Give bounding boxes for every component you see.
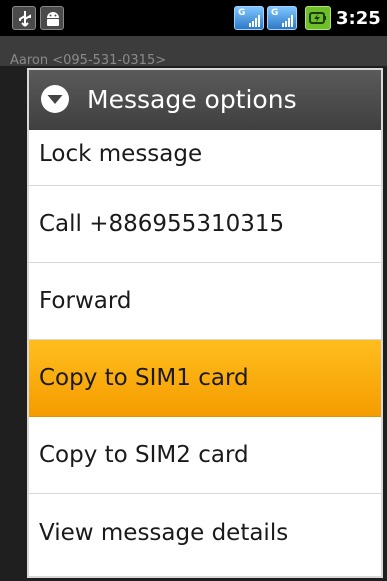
signal-type-label: G <box>271 8 279 18</box>
status-clock: 3:25 PM <box>336 8 387 29</box>
conversation-title: Aaron <095-531-0315> <box>10 53 167 68</box>
android-debug-icon <box>40 6 64 30</box>
menu-item-view-details[interactable]: View message details <box>29 494 381 571</box>
battery-charging-icon <box>305 6 331 30</box>
options-list: Lock message Call +886955310315 Forward … <box>29 130 381 571</box>
status-bar: G G 3:25 PM <box>0 0 387 36</box>
menu-item-lock-message[interactable]: Lock message <box>29 130 381 186</box>
menu-item-label: Copy to SIM2 card <box>39 442 249 468</box>
menu-item-label: Copy to SIM1 card <box>39 365 249 391</box>
dialog-title: Message options <box>87 85 297 114</box>
dropdown-circle-icon <box>41 85 69 113</box>
menu-item-label: Call +886955310315 <box>39 211 285 237</box>
menu-item-forward[interactable]: Forward <box>29 263 381 340</box>
menu-item-copy-to-sim1[interactable]: Copy to SIM1 card <box>29 340 381 417</box>
menu-item-copy-to-sim2[interactable]: Copy to SIM2 card <box>29 417 381 494</box>
menu-item-call[interactable]: Call +886955310315 <box>29 186 381 263</box>
clock-time: 3:25 <box>336 8 381 29</box>
signal-type-label: G <box>238 8 246 18</box>
menu-item-label: Forward <box>39 288 132 314</box>
message-options-dialog: Message options Lock message Call +88695… <box>27 68 383 578</box>
sim2-signal-icon: G <box>267 6 297 30</box>
dialog-header: Message options <box>29 70 381 132</box>
menu-item-label: View message details <box>39 519 289 546</box>
usb-icon <box>12 6 36 30</box>
sim1-signal-icon: G <box>234 6 264 30</box>
menu-item-label: Lock message <box>39 141 203 167</box>
